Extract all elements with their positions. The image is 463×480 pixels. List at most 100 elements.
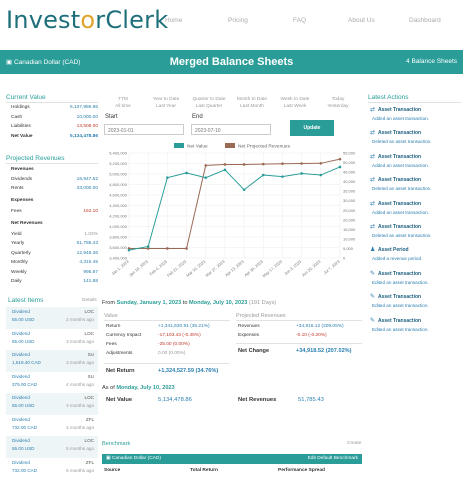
action-item[interactable]: ⇄ Asset Transaction Added an asset transac… — [368, 201, 462, 223]
list-item[interactable]: Dividend 55.00 USD LOC 3 months ago — [6, 329, 98, 351]
title-bar: ▣ Canadian Dollar (CAD) Merged Balance S… — [0, 50, 463, 74]
x-tick: Mar 10, 2023 — [185, 258, 207, 277]
y-right-tick: 55,000 — [343, 151, 356, 156]
top-nav: InvestorClerk Home Pricing FAQ About Us … — [0, 0, 463, 42]
net-revenues-summary: Net Revenues 51,785.43 — [238, 397, 324, 403]
action-item[interactable]: ✎ Asset Transaction Edited an asset transa… — [368, 318, 462, 340]
action-item[interactable]: ⇄ Asset Transaction Deleted an asset trans… — [368, 177, 462, 199]
point-net-value — [127, 248, 131, 252]
start-label: Start — [105, 114, 118, 120]
y-left-tick: 4,000,000 — [109, 224, 128, 229]
edit-benchmark-link[interactable]: Edit Default Benchmark — [308, 456, 358, 461]
y-right-tick: 30,000 — [343, 198, 356, 203]
nav-about[interactable]: About Us — [348, 17, 375, 24]
y-left-tick: 5,200,000 — [109, 161, 128, 166]
details-link[interactable]: Details — [82, 298, 97, 303]
latest-items-title: Latest Items — [8, 297, 44, 304]
col-source: Source — [104, 468, 121, 473]
pencil-icon: ✎ — [370, 294, 376, 301]
point-net-revenues — [166, 247, 169, 250]
nav-home[interactable]: Home — [165, 17, 182, 24]
pencil-icon: ✎ — [370, 270, 376, 277]
period-option[interactable]: Month to Date Last Month — [234, 96, 270, 110]
update-button[interactable]: Update — [290, 120, 334, 136]
point-net-value — [146, 245, 150, 248]
period-option[interactable]: Quarter to Date Last Quarter — [191, 96, 227, 110]
list-item[interactable]: Dividend 55.00 USD LOC 5 months ago — [6, 436, 98, 458]
projected-revenues-title: Projected Revenues — [6, 155, 65, 162]
action-item[interactable]: ⇄ Asset Transaction Added an asset transac… — [368, 154, 462, 176]
net-revenues-heading: Net Revenues — [11, 221, 43, 226]
y-right-tick: 5,000 — [343, 246, 354, 251]
x-tick: Apr 13, 2023 — [224, 258, 245, 277]
pencil-icon: ✎ — [370, 317, 376, 324]
x-tick: Jun 20, 2023 — [301, 258, 323, 277]
action-item[interactable]: ⇄ Asset Transaction Added an asset transac… — [368, 107, 462, 129]
y-right-tick: 25,000 — [343, 208, 356, 213]
person-icon: ♟ — [370, 247, 376, 254]
list-item[interactable]: Dividend 1,518.40 CAD SU 3 months ago — [6, 350, 98, 372]
list-item[interactable]: Dividend 55.00 USD LOC 4 months ago — [6, 393, 98, 415]
list-item[interactable]: Dividend 375.00 CAD SU 4 months ago — [6, 372, 98, 394]
list-item[interactable]: Dividend 732.00 CAD ZFL 5 months ago — [6, 458, 98, 480]
point-net-value — [166, 176, 169, 179]
nav-dashboard[interactable]: Dashboard — [409, 17, 441, 24]
action-item[interactable]: ♟ Asset Period Added a revenue period. — [368, 247, 462, 269]
x-tick: Feb 21, 2023 — [166, 258, 188, 277]
period-option[interactable]: Year to Date Last Year — [148, 96, 184, 110]
list-item[interactable]: Dividend 55.00 USD LOC 2 months ago — [6, 307, 98, 329]
value-title: Value — [104, 313, 118, 319]
y-left-tick: 5,400,000 — [109, 151, 128, 156]
benchmark-currency: ▣ Canadian Dollar (CAD) — [106, 456, 161, 461]
legend-swatch-net-revenues — [225, 143, 235, 148]
end-label: End — [192, 114, 203, 120]
sheet-count[interactable]: 4 Balance Sheets — [406, 58, 457, 65]
series-line-net-revenues — [129, 158, 341, 249]
point-net-value — [261, 173, 265, 177]
point-net-revenues — [300, 162, 303, 165]
y-left-tick: 4,600,000 — [109, 193, 128, 198]
point-net-value — [223, 168, 227, 172]
latest-actions-title: Latest Actions — [368, 94, 409, 101]
col-performance-spread: Performance Spread — [278, 468, 325, 473]
legend-net-value: Net Value — [187, 144, 208, 150]
action-item[interactable]: ⇄ Asset Transaction Deleted an asset trans… — [368, 130, 462, 152]
projected-row: Revenues +34,916.12 (209.05%) — [238, 324, 344, 329]
nav-faq[interactable]: FAQ — [293, 17, 306, 24]
transaction-icon: ⇄ — [370, 200, 376, 207]
point-net-value — [319, 173, 323, 177]
y-right-tick: 15,000 — [343, 227, 356, 232]
action-item[interactable]: ⇄ Asset Transaction Deleted an asset trans… — [368, 224, 462, 246]
y-right-tick: 40,000 — [343, 179, 356, 184]
action-item[interactable]: ✎ Asset Transaction Edited an asset transa… — [368, 294, 462, 316]
series-line-net-value — [128, 166, 341, 251]
start-input[interactable]: 2023-01-01 — [104, 124, 184, 135]
value-row: Adjustments 0.00 (0.00%) — [106, 351, 186, 356]
x-tick: Mar 27, 2023 — [204, 258, 226, 277]
net-return-row: Net Return +1,324,527.59 (34.76%) — [106, 368, 219, 374]
nav-pricing[interactable]: Pricing — [228, 17, 248, 24]
period-option[interactable]: Today Yesterday — [320, 96, 356, 110]
point-net-value — [338, 165, 342, 169]
legend-net-revenues: Net Projected Revenues — [238, 144, 291, 150]
transaction-icon: ⇄ — [370, 130, 376, 137]
point-net-revenues — [261, 162, 265, 166]
point-net-value — [300, 172, 303, 175]
point-net-value — [204, 176, 208, 179]
point-net-revenues — [319, 162, 323, 165]
benchmark-title: Benchmark — [102, 441, 131, 447]
point-net-revenues — [204, 164, 208, 167]
point-net-value — [242, 188, 246, 192]
as-of: As of Monday, July 10, 2023 — [102, 385, 175, 391]
transaction-icon: ⇄ — [370, 107, 376, 113]
revenues-heading: Revenues — [11, 167, 34, 172]
end-input[interactable]: 2023-07-10 — [191, 124, 271, 135]
logo[interactable]: InvestorClerk — [6, 6, 168, 34]
list-item[interactable]: Dividend 732.00 CAD ZFL 4 months ago — [6, 415, 98, 437]
period-option[interactable]: Week to Date Last Week — [277, 96, 313, 110]
create-benchmark-link[interactable]: Create — [347, 441, 361, 446]
action-item[interactable]: ✎ Asset Transaction Edited an asset transa… — [368, 271, 462, 293]
benchmark-header: ▣ Canadian Dollar (CAD) Edit Default Ben… — [102, 454, 362, 464]
y-right-tick: 20,000 — [343, 217, 356, 222]
period-option[interactable]: TTM All time — [105, 96, 141, 110]
